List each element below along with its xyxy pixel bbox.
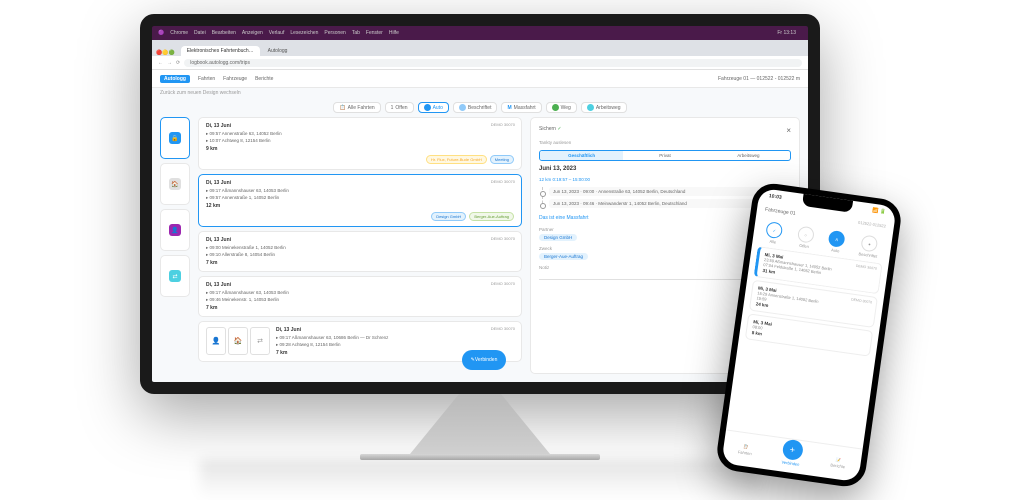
save-link[interactable]: Sichern xyxy=(539,126,556,132)
trip-list: Di, 13 JuniDEMO 30070 ▸ 09:57 Annenstraß… xyxy=(198,117,522,374)
browser-tabs: 🔴🟡🟢 Elektronisches Fahrtenbuch… Autologg xyxy=(152,40,808,56)
phone-screen: 10:03📶 🔋 Fahrzeuge 01 012522-012522 ✓All… xyxy=(721,188,896,483)
filter-row: 📋 Alle Fahrten 1 Offen Auto Beschriftet … xyxy=(152,98,808,117)
reload-icon[interactable]: ⟳ xyxy=(176,60,180,66)
pfilter-open[interactable]: ○Offen xyxy=(796,226,815,250)
detail-info: 12 km 0:19:57 – 15:00:00 xyxy=(539,177,791,182)
macos-menubar: 🟣 Chrome Datei Bearbeiten Anzeigen Verla… xyxy=(152,26,808,40)
trip-card[interactable]: Di, 13 JuniDEMO 30070 ▸ 09:00 Meinekenst… xyxy=(198,231,522,272)
pfilter-auto[interactable]: AAuto xyxy=(827,230,846,254)
logo: Autologg xyxy=(160,75,190,83)
filter-mass[interactable]: MMassfahrt xyxy=(501,102,541,113)
cat-private[interactable]: 👤 xyxy=(160,209,190,251)
pfilter-desc[interactable]: ●Beschriftet xyxy=(858,234,880,258)
filter-work[interactable]: Arbeitsweg xyxy=(581,102,627,113)
cat-commute[interactable]: ⇄ xyxy=(160,255,190,297)
trip-card-selected[interactable]: Di, 13 JuniDEMO 30070 ▸ 09:17 Aßmannshau… xyxy=(198,174,522,227)
check-icon: ✓ xyxy=(557,126,561,132)
trip-card[interactable]: Di, 13 JuniDEMO 30070 ▸ 09:17 Aßmannshau… xyxy=(198,276,522,317)
pfilter-all[interactable]: ✓Alle xyxy=(765,221,784,245)
nav-fahrzeuge[interactable]: Fahrzeuge xyxy=(223,76,247,82)
filter-desc[interactable]: Beschriftet xyxy=(453,102,498,113)
cat-home[interactable]: 🏠 xyxy=(160,163,190,205)
vehicle-selector[interactable]: Fahrzeuge 01 — 012522 - 012522 m xyxy=(718,76,800,82)
address-input[interactable]: logbook.autologg.com/trips xyxy=(184,59,802,67)
partner-chip[interactable]: Design GmbH xyxy=(539,234,577,241)
nav-fahrten[interactable]: Fahrten xyxy=(198,76,215,82)
back-icon[interactable]: ← xyxy=(158,60,163,66)
trip-card[interactable]: Di, 13 JuniDEMO 30070 ▸ 09:57 Annenstraß… xyxy=(198,117,522,170)
main-content: 🔒 🏠 👤 ⇄ Di, 13 JuniDEMO 30070 ▸ 09:57 An… xyxy=(152,117,808,382)
tab-active[interactable]: Elektronisches Fahrtenbuch… xyxy=(181,46,260,56)
app-name: Chrome xyxy=(170,30,188,36)
filter-all[interactable]: 📋 Alle Fahrten xyxy=(333,102,380,113)
tab-inactive[interactable]: Autologg xyxy=(262,46,294,56)
phone-trip-list: Mi, 3 MaiDEMO 30070 23:59 Aßmannshauser … xyxy=(726,245,889,448)
apple-icon: 🟣 xyxy=(158,30,164,36)
cat-business[interactable]: 🔒 xyxy=(160,117,190,159)
trip-type-segment[interactable]: Geschäftlich Privat Arbeitsweg xyxy=(539,150,791,161)
close-icon[interactable]: × xyxy=(786,126,791,135)
screen: 🟣 Chrome Datei Bearbeiten Anzeigen Verla… xyxy=(140,14,820,394)
filter-way[interactable]: Weg xyxy=(546,102,577,113)
nav-fahrten[interactable]: 📋Fahrten xyxy=(738,443,753,456)
nav-berichte[interactable]: Berichte xyxy=(255,76,273,82)
url-bar: ← → ⟳ logbook.autologg.com/trips xyxy=(152,56,808,70)
app-header: Autologg Fahrten Fahrzeuge Berichte Fahr… xyxy=(152,70,808,88)
sub-header[interactable]: Zurück zum neuen Design wechseln xyxy=(152,88,808,98)
nav-connect[interactable]: +Verbinden xyxy=(780,446,802,467)
clock: Fr 13:13 xyxy=(777,30,796,36)
nav-berichte[interactable]: 📝Berichte xyxy=(830,456,846,469)
filter-open[interactable]: 1 Offen xyxy=(385,102,414,113)
app-body: Autologg Fahrten Fahrzeuge Berichte Fahr… xyxy=(152,70,808,382)
forward-icon[interactable]: → xyxy=(167,60,172,66)
detail-date: Juni 13, 2023 xyxy=(539,166,791,172)
zweck-chip[interactable]: Berger-Aue-Auftrag xyxy=(539,253,588,260)
category-sidebar: 🔒 🏠 👤 ⇄ xyxy=(160,117,190,374)
desktop-monitor: 🟣 Chrome Datei Bearbeiten Anzeigen Verla… xyxy=(140,14,820,424)
filter-auto[interactable]: Auto xyxy=(418,102,449,113)
connect-fab[interactable]: ✎ Verbinden xyxy=(462,350,506,370)
